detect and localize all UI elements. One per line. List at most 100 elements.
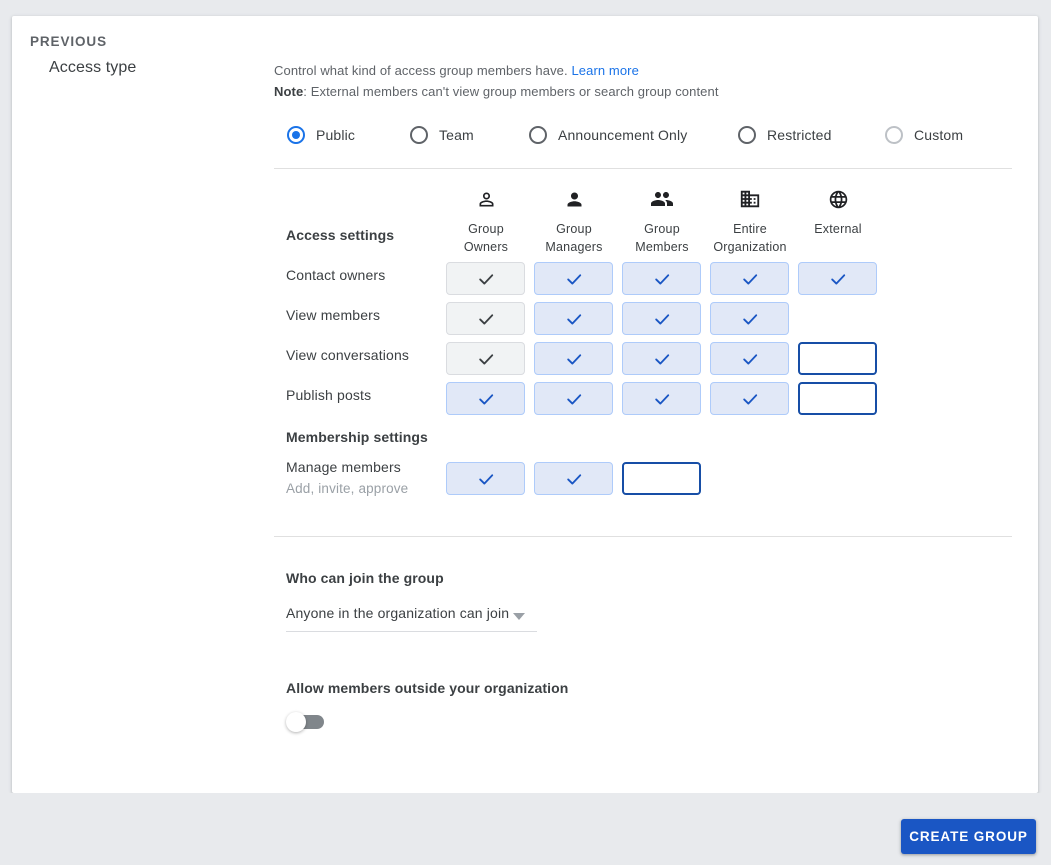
cell-view-members-external bbox=[798, 302, 877, 335]
previous-button[interactable]: PREVIOUS bbox=[22, 28, 115, 55]
column-header-group-owners: Group Owners bbox=[446, 187, 526, 256]
radio-option-team[interactable]: Team bbox=[410, 126, 474, 144]
radio-label: Team bbox=[439, 127, 474, 143]
check-icon bbox=[478, 473, 493, 484]
building-icon bbox=[710, 187, 790, 211]
column-header-label: Group Members bbox=[635, 222, 689, 254]
learn-more-link[interactable]: Learn more bbox=[571, 63, 638, 78]
row-label: View conversations bbox=[286, 347, 410, 363]
toggle-knob bbox=[286, 712, 306, 732]
row-label: Manage members bbox=[286, 459, 401, 475]
column-header-label: Entire Organization bbox=[713, 222, 787, 254]
note-text: : External members can't view group memb… bbox=[303, 84, 719, 99]
note-label: Note bbox=[274, 84, 304, 99]
footer-bar bbox=[0, 793, 1051, 865]
cell-manage-members-group-members[interactable] bbox=[622, 462, 701, 495]
people-icon bbox=[622, 187, 702, 211]
radio-label: Restricted bbox=[767, 127, 832, 143]
cell-contact-owners-group-owners[interactable] bbox=[446, 262, 525, 295]
access-type-radio-group: Public Team Announcement Only Restricted… bbox=[274, 124, 1014, 146]
check-icon bbox=[478, 353, 493, 364]
table-row-manage-members: Manage members Add, invite, approve bbox=[274, 451, 1014, 507]
radio-mark-icon bbox=[885, 126, 903, 144]
access-settings-heading: Access settings bbox=[286, 227, 395, 243]
cell-publish-posts-group-managers[interactable] bbox=[534, 382, 613, 415]
page-title: Access type bbox=[49, 59, 137, 76]
settings-card: Access type Control what kind of access … bbox=[12, 16, 1038, 793]
column-header-group-members: Group Members bbox=[622, 187, 702, 256]
check-icon bbox=[654, 313, 669, 324]
person-filled-icon bbox=[534, 187, 614, 211]
membership-settings-heading: Membership settings bbox=[286, 429, 428, 445]
cell-manage-members-group-managers[interactable] bbox=[534, 462, 613, 495]
check-icon bbox=[478, 273, 493, 284]
check-icon bbox=[566, 313, 581, 324]
check-icon bbox=[566, 473, 581, 484]
person-outline-icon bbox=[446, 187, 526, 211]
table-row: View members bbox=[274, 297, 1014, 337]
cell-publish-posts-external[interactable] bbox=[798, 382, 877, 415]
cell-view-conversations-entire-organization[interactable] bbox=[710, 342, 789, 375]
join-group-select[interactable]: Anyone in the organization can join bbox=[286, 603, 537, 632]
check-icon bbox=[742, 393, 757, 404]
access-settings-table: Access settings Group Owners Group Manag… bbox=[274, 169, 1014, 507]
cell-publish-posts-entire-organization[interactable] bbox=[710, 382, 789, 415]
table-row: Publish posts bbox=[274, 377, 1014, 417]
column-header-group-managers: Group Managers bbox=[534, 187, 614, 256]
row-sublabel: Add, invite, approve bbox=[286, 481, 409, 496]
cell-contact-owners-group-members[interactable] bbox=[622, 262, 701, 295]
check-icon bbox=[566, 393, 581, 404]
cell-view-members-entire-organization[interactable] bbox=[710, 302, 789, 335]
cell-contact-owners-entire-organization[interactable] bbox=[710, 262, 789, 295]
radio-mark-icon bbox=[738, 126, 756, 144]
check-icon bbox=[654, 353, 669, 364]
cell-view-conversations-group-managers[interactable] bbox=[534, 342, 613, 375]
radio-option-custom[interactable]: Custom bbox=[885, 126, 963, 144]
cell-contact-owners-group-managers[interactable] bbox=[534, 262, 613, 295]
table-row: View conversations bbox=[274, 337, 1014, 377]
radio-option-announcement-only[interactable]: Announcement Only bbox=[529, 126, 687, 144]
join-group-selected-value: Anyone in the organization can join bbox=[286, 605, 510, 621]
cell-publish-posts-group-owners[interactable] bbox=[446, 382, 525, 415]
check-icon bbox=[478, 393, 493, 404]
radio-option-public[interactable]: Public bbox=[287, 126, 355, 144]
cell-view-conversations-group-members[interactable] bbox=[622, 342, 701, 375]
cell-contact-owners-external[interactable] bbox=[798, 262, 877, 295]
radio-mark-icon bbox=[287, 126, 305, 144]
content-column: Control what kind of access group member… bbox=[274, 60, 1014, 732]
check-icon bbox=[654, 393, 669, 404]
description-text: Control what kind of access group member… bbox=[274, 63, 568, 78]
cell-view-members-group-owners[interactable] bbox=[446, 302, 525, 335]
radio-label: Announcement Only bbox=[558, 127, 688, 143]
radio-mark-icon bbox=[529, 126, 547, 144]
check-icon bbox=[566, 273, 581, 284]
radio-option-restricted[interactable]: Restricted bbox=[738, 126, 832, 144]
radio-label: Custom bbox=[914, 127, 964, 143]
description-line-1: Control what kind of access group member… bbox=[274, 60, 1014, 81]
cell-view-members-group-managers[interactable] bbox=[534, 302, 613, 335]
check-icon bbox=[566, 353, 581, 364]
cell-manage-members-group-owners[interactable] bbox=[446, 462, 525, 495]
column-header-external: External bbox=[798, 187, 878, 238]
row-label: Contact owners bbox=[286, 267, 386, 283]
row-label: View members bbox=[286, 307, 381, 323]
chevron-down-icon bbox=[513, 613, 525, 620]
external-members-toggle[interactable] bbox=[286, 712, 326, 732]
check-icon bbox=[478, 313, 493, 324]
cell-view-conversations-group-owners[interactable] bbox=[446, 342, 525, 375]
join-group-section: Who can join the group Anyone in the org… bbox=[286, 570, 1014, 632]
cell-view-conversations-external[interactable] bbox=[798, 342, 877, 375]
access-type-description: Control what kind of access group member… bbox=[274, 60, 1014, 102]
column-header-label: Group Owners bbox=[463, 222, 509, 254]
check-icon bbox=[742, 313, 757, 324]
join-group-label: Who can join the group bbox=[286, 570, 444, 586]
description-note-line: Note: External members can't view group … bbox=[274, 81, 1014, 102]
check-icon bbox=[654, 273, 669, 284]
external-members-section: Allow members outside your organization bbox=[286, 680, 1014, 732]
create-group-button[interactable]: CREATE GROUP bbox=[901, 819, 1036, 854]
access-type-page: Access type Control what kind of access … bbox=[0, 0, 1051, 865]
check-icon bbox=[742, 273, 757, 284]
radio-label: Public bbox=[316, 127, 356, 143]
cell-view-members-group-members[interactable] bbox=[622, 302, 701, 335]
cell-publish-posts-group-members[interactable] bbox=[622, 382, 701, 415]
